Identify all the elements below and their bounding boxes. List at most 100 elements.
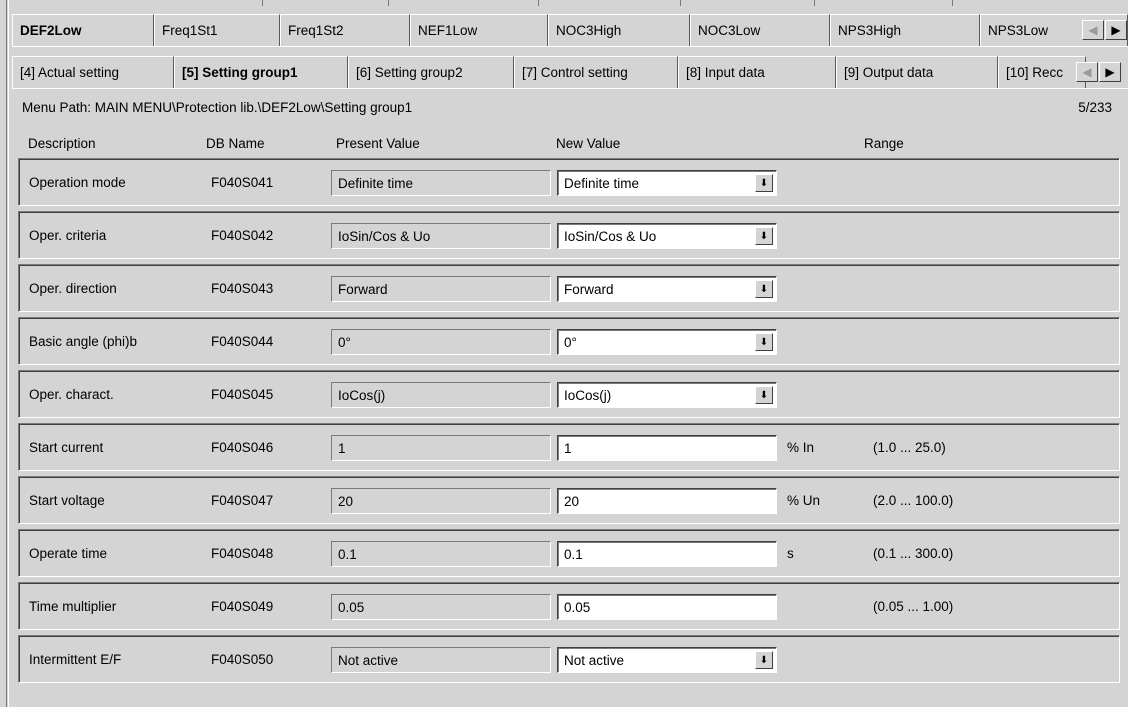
- new-value-dropdown[interactable]: IoSin/Cos & Uo ⬇: [557, 223, 777, 249]
- window-left-edge: [6, 0, 9, 707]
- tab-freq1st1[interactable]: Freq1St1: [154, 14, 280, 46]
- tab-recording[interactable]: [10] Recc: [998, 56, 1086, 88]
- present-value-field: Not active: [331, 647, 551, 673]
- row-description: Oper. charact.: [29, 386, 114, 402]
- dropdown-value: Not active: [564, 652, 625, 668]
- tab-label: DEF2Low: [20, 23, 82, 38]
- present-value-field: 0.1: [331, 541, 551, 567]
- tab-label: Freq1St1: [162, 23, 218, 38]
- present-value-field: 0°: [331, 329, 551, 355]
- row-db-name: F040S049: [211, 598, 274, 614]
- page-count: 5/233: [1078, 100, 1112, 115]
- table-row: Operation mode F040S041 Definite time Defin…: [18, 158, 1120, 206]
- row-db-name: F040S047: [211, 492, 274, 508]
- tab-label: [8] Input data: [686, 65, 765, 80]
- tab-setting-group1[interactable]: [5] Setting group1: [174, 56, 348, 88]
- tab-nps3high[interactable]: NPS3High: [830, 14, 980, 46]
- arrow-right-icon[interactable]: ▶: [1099, 62, 1121, 82]
- arrow-left-icon[interactable]: ◀: [1076, 62, 1098, 82]
- row-description: Oper. direction: [29, 280, 117, 296]
- section-strip-divider: [12, 88, 1128, 89]
- dropdown-value: IoSin/Cos & Uo: [564, 228, 657, 244]
- table-row: Oper. charact. F040S045 IoCos(j) IoCos(j) ⬇: [18, 370, 1120, 418]
- new-value-dropdown[interactable]: Forward ⬇: [557, 276, 777, 302]
- arrow-right-icon[interactable]: ▶: [1105, 20, 1127, 40]
- table-row: Operate time F040S048 0.1 0.1 s (0.1 ... 300.…: [18, 529, 1120, 577]
- chevron-down-icon[interactable]: ⬇: [755, 227, 773, 245]
- row-description: Operation mode: [29, 174, 126, 190]
- dropdown-value: Forward: [564, 281, 614, 297]
- row-description: Basic angle (phi)b: [29, 333, 138, 349]
- section-tab-scroll: ◀ ▶: [1076, 62, 1121, 82]
- row-description: Oper. criteria: [29, 227, 107, 243]
- tab-output-data[interactable]: [9] Output data: [836, 56, 998, 88]
- row-description: Start voltage: [29, 492, 105, 508]
- new-value-input[interactable]: 0.05: [557, 594, 777, 620]
- table-row: Basic angle (phi)b F040S044 0° 0° ⬇: [18, 317, 1120, 365]
- chevron-down-icon[interactable]: ⬇: [755, 651, 773, 669]
- tab-freq1st2[interactable]: Freq1St2: [280, 14, 410, 46]
- tab-label: NOC3High: [556, 23, 622, 38]
- col-header-db-name: DB Name: [206, 136, 265, 151]
- new-value-dropdown[interactable]: IoCos(j) ⬇: [557, 382, 777, 408]
- dropdown-value: 0°: [564, 334, 577, 350]
- tab-label: NOC3Low: [698, 23, 761, 38]
- present-value-field: 0.05: [331, 594, 551, 620]
- new-value-dropdown[interactable]: Definite time ⬇: [557, 170, 777, 196]
- row-description: Intermittent E/F: [29, 651, 122, 667]
- col-header-description: Description: [28, 136, 96, 151]
- row-unit: % Un: [787, 492, 821, 508]
- dropdown-value: Definite time: [564, 175, 640, 191]
- tab-nef1low[interactable]: NEF1Low: [410, 14, 548, 46]
- present-value-field: 1: [331, 435, 551, 461]
- new-value-dropdown[interactable]: 0° ⬇: [557, 329, 777, 355]
- chevron-down-icon[interactable]: ⬇: [755, 174, 773, 192]
- row-unit: % In: [787, 439, 815, 455]
- row-unit: s: [787, 545, 794, 561]
- tab-label: [5] Setting group1: [182, 65, 298, 80]
- new-value-input[interactable]: 0.1: [557, 541, 777, 567]
- row-db-name: F040S043: [211, 280, 274, 296]
- tab-noc3low[interactable]: NOC3Low: [690, 14, 830, 46]
- tab-control-setting[interactable]: [7] Control setting: [514, 56, 678, 88]
- row-db-name: F040S046: [211, 439, 274, 455]
- menu-path: Menu Path: MAIN MENU\Protection lib.\DEF…: [22, 100, 413, 115]
- row-description: Operate time: [29, 545, 108, 561]
- tab-label: NPS3Low: [988, 23, 1049, 38]
- new-value-dropdown[interactable]: Not active ⬇: [557, 647, 777, 673]
- present-value-field: Definite time: [331, 170, 551, 196]
- table-row: Start current F040S046 1 1 % In (1.0 ... 25.0…: [18, 423, 1120, 471]
- row-range: (1.0 ... 25.0): [873, 439, 946, 455]
- table-row: Start voltage F040S047 20 20 % Un (2.0 ... 10…: [18, 476, 1120, 524]
- dropdown-value: IoCos(j): [564, 387, 612, 403]
- new-value-input[interactable]: 1: [557, 435, 777, 461]
- row-range: (0.1 ... 300.0): [873, 545, 954, 561]
- table-row: Intermittent E/F F040S050 Not active Not ac…: [18, 635, 1120, 683]
- tab-actual-setting[interactable]: [4] Actual setting: [12, 56, 174, 88]
- chevron-down-icon[interactable]: ⬇: [755, 386, 773, 404]
- tab-input-data[interactable]: [8] Input data: [678, 56, 836, 88]
- row-description: Time multiplier: [29, 598, 117, 614]
- row-description: Start current: [29, 439, 104, 455]
- row-range: (0.05 ... 1.00): [873, 598, 954, 614]
- chevron-down-icon[interactable]: ⬇: [755, 333, 773, 351]
- col-header-present-value: Present Value: [336, 136, 420, 151]
- chevron-down-icon[interactable]: ⬇: [755, 280, 773, 298]
- tab-def2low[interactable]: DEF2Low: [12, 14, 154, 46]
- new-value-input[interactable]: 20: [557, 488, 777, 514]
- tab-setting-group2[interactable]: [6] Setting group2: [348, 56, 514, 88]
- window-top-edge: [10, 0, 1128, 6]
- row-db-name: F040S050: [211, 651, 274, 667]
- arrow-left-icon[interactable]: ◀: [1082, 20, 1104, 40]
- tab-label: Freq1St2: [288, 23, 344, 38]
- tab-label: [6] Setting group2: [356, 65, 463, 80]
- tab-label: [10] Recc: [1006, 65, 1064, 80]
- table-row: Oper. direction F040S043 Forward Forward ⬇: [18, 264, 1120, 312]
- tab-noc3high[interactable]: NOC3High: [548, 14, 690, 46]
- present-value-field: IoSin/Cos & Uo: [331, 223, 551, 249]
- module-tab-scroll: ◀ ▶: [1082, 20, 1127, 40]
- row-db-name: F040S042: [211, 227, 274, 243]
- row-db-name: F040S045: [211, 386, 274, 402]
- row-db-name: F040S048: [211, 545, 274, 561]
- col-header-new-value: New Value: [556, 136, 621, 151]
